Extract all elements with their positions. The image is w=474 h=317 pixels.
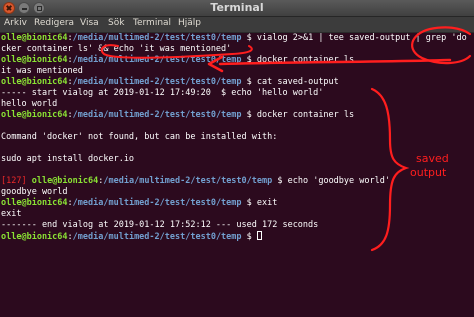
prompt-user-host: olle@bionic64 xyxy=(1,55,68,65)
command-text: echo 'hello world' xyxy=(231,88,324,98)
exit-status: [127] xyxy=(1,176,32,186)
prompt-path: /media/multimed-2/test/test0/temp xyxy=(72,198,242,208)
prompt-path: /media/multimed-2/test/test0/temp xyxy=(103,176,273,186)
terminal-line: olle@bionic64:/media/multimed-2/test/tes… xyxy=(1,77,339,87)
prompt-user-host: olle@bionic64 xyxy=(1,110,68,120)
annotation-label-saved: saved xyxy=(416,152,449,165)
menu-redigera[interactable]: Redigera xyxy=(34,18,74,28)
terminal-line: cker container ls' && echo 'it was menti… xyxy=(1,44,232,54)
terminal-line: olle@bionic64:/media/multimed-2/test/tes… xyxy=(1,198,278,208)
menu-sok[interactable]: Sök xyxy=(108,18,124,28)
prompt-path: /media/multimed-2/test/test0/temp xyxy=(72,77,242,87)
terminal-line: ----- start vialog at 2019-01-12 17:49:2… xyxy=(1,88,324,98)
terminal-line: it was mentioned xyxy=(1,66,83,76)
prompt-user-host: olle@bionic64 xyxy=(1,33,68,43)
prompt-path: /media/multimed-2/test/test0/temp xyxy=(72,232,242,242)
terminal-line: goodbye world xyxy=(1,187,68,197)
menu-hjalp[interactable]: Hjälp xyxy=(178,18,201,28)
command-text: echo 'goodbye world' xyxy=(287,176,390,186)
terminal-line: Command 'docker' not found, but can be i… xyxy=(1,132,278,142)
prompt-user-host: olle@bionic64 xyxy=(1,232,68,242)
prompt-path: /media/multimed-2/test/test0/temp xyxy=(72,110,242,120)
terminal-line: olle@bionic64:/media/multimed-2/test/tes… xyxy=(1,33,467,43)
text-cursor xyxy=(256,231,262,240)
terminal-line: olle@bionic64:/media/multimed-2/test/tes… xyxy=(1,231,262,243)
prompt-path: /media/multimed-2/test/test0/temp xyxy=(72,55,242,65)
terminal-line: ------- end vialog at 2019-01-12 17:52:1… xyxy=(1,220,319,230)
terminal-line: [127] olle@bionic64:/media/multimed-2/te… xyxy=(1,176,390,186)
annotation-label-output: output xyxy=(410,166,447,179)
command-text: docker container ls xyxy=(256,110,355,120)
prompt-user-host: olle@bionic64 xyxy=(1,77,68,87)
terminal-output[interactable]: olle@bionic64:/media/multimed-2/test/tes… xyxy=(0,33,474,317)
terminal-line: olle@bionic64:/media/multimed-2/test/tes… xyxy=(1,110,355,120)
command-text: vialog 2>&1 | tee saved-output | grep 'd… xyxy=(256,33,467,43)
title-bar[interactable]: Terminal xyxy=(0,0,474,17)
terminal-line: hello world xyxy=(1,99,58,109)
terminal-line: exit xyxy=(1,209,22,219)
command-text: docker container ls xyxy=(256,55,355,65)
terminal-line: sudo apt install docker.io xyxy=(1,154,135,164)
prompt-path: /media/multimed-2/test/test0/temp xyxy=(72,33,242,43)
menu-bar: Arkiv Redigera Visa Sök Terminal Hjälp xyxy=(0,17,474,33)
menu-terminal[interactable]: Terminal xyxy=(133,18,171,28)
menu-arkiv[interactable]: Arkiv xyxy=(4,18,27,28)
menu-visa[interactable]: Visa xyxy=(80,18,99,28)
window-title: Terminal xyxy=(210,1,264,14)
terminal-line: olle@bionic64:/media/multimed-2/test/tes… xyxy=(1,55,355,65)
prompt-user-host: olle@bionic64 xyxy=(31,176,99,186)
command-text: cat saved-output xyxy=(256,77,339,87)
command-text: exit xyxy=(256,198,278,208)
prompt-user-host: olle@bionic64 xyxy=(1,198,68,208)
